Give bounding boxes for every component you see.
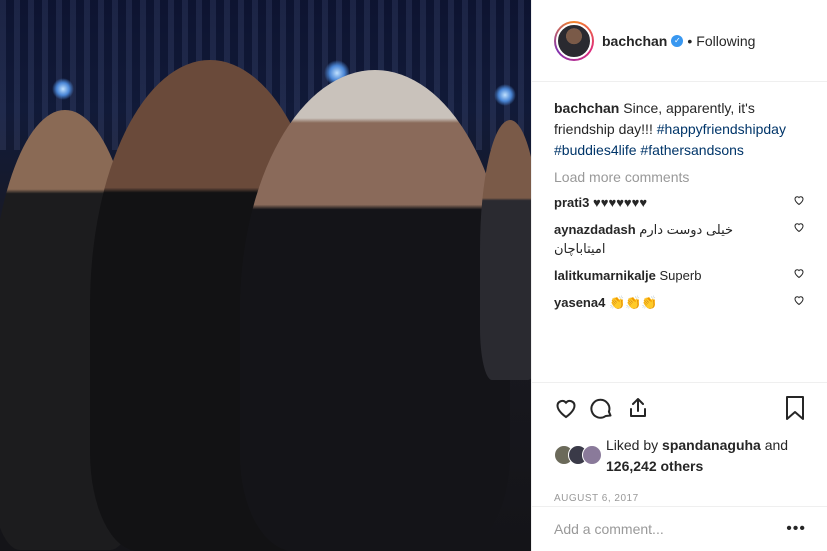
hashtag-link[interactable]: #buddies4life	[554, 142, 637, 158]
comment-like-heart-icon[interactable]	[793, 194, 805, 206]
header-username[interactable]: bachchan	[602, 33, 667, 49]
comment-username[interactable]: yasena4	[554, 295, 605, 310]
liker-avatars	[554, 445, 602, 467]
comment-like-heart-icon[interactable]	[793, 294, 805, 306]
more-options-button[interactable]: •••	[786, 520, 806, 538]
hashtag-link[interactable]: #fathersandsons	[640, 142, 744, 158]
stage-light	[494, 84, 516, 106]
instagram-post: bachchan ✓ • Following bachchan Since, a…	[0, 0, 827, 551]
stage-light	[52, 78, 74, 100]
likes-prefix: Liked by	[606, 437, 659, 453]
hashtag-link[interactable]: #happyfriendshipday	[657, 121, 786, 137]
caption-username[interactable]: bachchan	[554, 100, 619, 116]
comment-username[interactable]: lalitkumarnikalje	[554, 268, 656, 283]
post-header: bachchan ✓ • Following	[532, 0, 827, 82]
comment-text: 👏👏👏	[608, 295, 658, 310]
likes-text: Liked by spandanaguha and 126,242 others	[606, 435, 788, 477]
heart-icon[interactable]	[554, 396, 578, 420]
comment-like-heart-icon[interactable]	[793, 267, 805, 279]
photo-person-background	[480, 120, 531, 380]
load-more-comments-link[interactable]: Load more comments	[554, 169, 805, 185]
comment-item: aynazdadash خیلی دوست دارم امیتاباچان	[554, 220, 805, 258]
comment-username[interactable]: prati3	[554, 195, 589, 210]
comment-item: yasena4 👏👏👏	[554, 293, 805, 312]
post-sidebar: bachchan ✓ • Following bachchan Since, a…	[531, 0, 827, 551]
following-button[interactable]: Following	[696, 33, 755, 49]
post-actions: Liked by spandanaguha and 126,242 others…	[532, 382, 827, 504]
photo-person-right	[240, 70, 510, 551]
bookmark-icon[interactable]	[784, 395, 806, 421]
likes-summary: Liked by spandanaguha and 126,242 others	[554, 435, 806, 477]
likes-count[interactable]: 126,242 others	[606, 458, 703, 474]
header-separator: •	[687, 32, 693, 49]
comment-text: Superb	[659, 268, 702, 283]
avatar-image	[556, 22, 592, 59]
comment-item: lalitkumarnikalje Superb	[554, 266, 805, 285]
verified-badge-icon: ✓	[671, 34, 684, 47]
comment-like-heart-icon[interactable]	[793, 221, 805, 233]
post-photo[interactable]	[0, 0, 531, 551]
comment-text: ♥♥♥♥♥♥♥	[593, 195, 648, 210]
liker-avatar	[582, 445, 602, 465]
comments-section: bachchan Since, apparently, it's friends…	[532, 82, 827, 382]
action-icons-row	[554, 393, 806, 423]
comment-username[interactable]: aynazdadash	[554, 222, 636, 237]
comment-item: prati3 ♥♥♥♥♥♥♥	[554, 193, 805, 212]
likes-username[interactable]: spandanaguha	[662, 437, 761, 453]
profile-avatar[interactable]	[554, 20, 594, 61]
share-icon[interactable]	[626, 396, 650, 420]
add-comment-bar: Add a comment... •••	[532, 506, 827, 551]
post-caption: bachchan Since, apparently, it's friends…	[554, 98, 805, 161]
post-date[interactable]: AUGUST 6, 2017	[554, 493, 806, 504]
add-comment-input[interactable]: Add a comment...	[554, 521, 664, 537]
comment-icon[interactable]	[590, 396, 614, 420]
likes-and: and	[764, 437, 789, 453]
